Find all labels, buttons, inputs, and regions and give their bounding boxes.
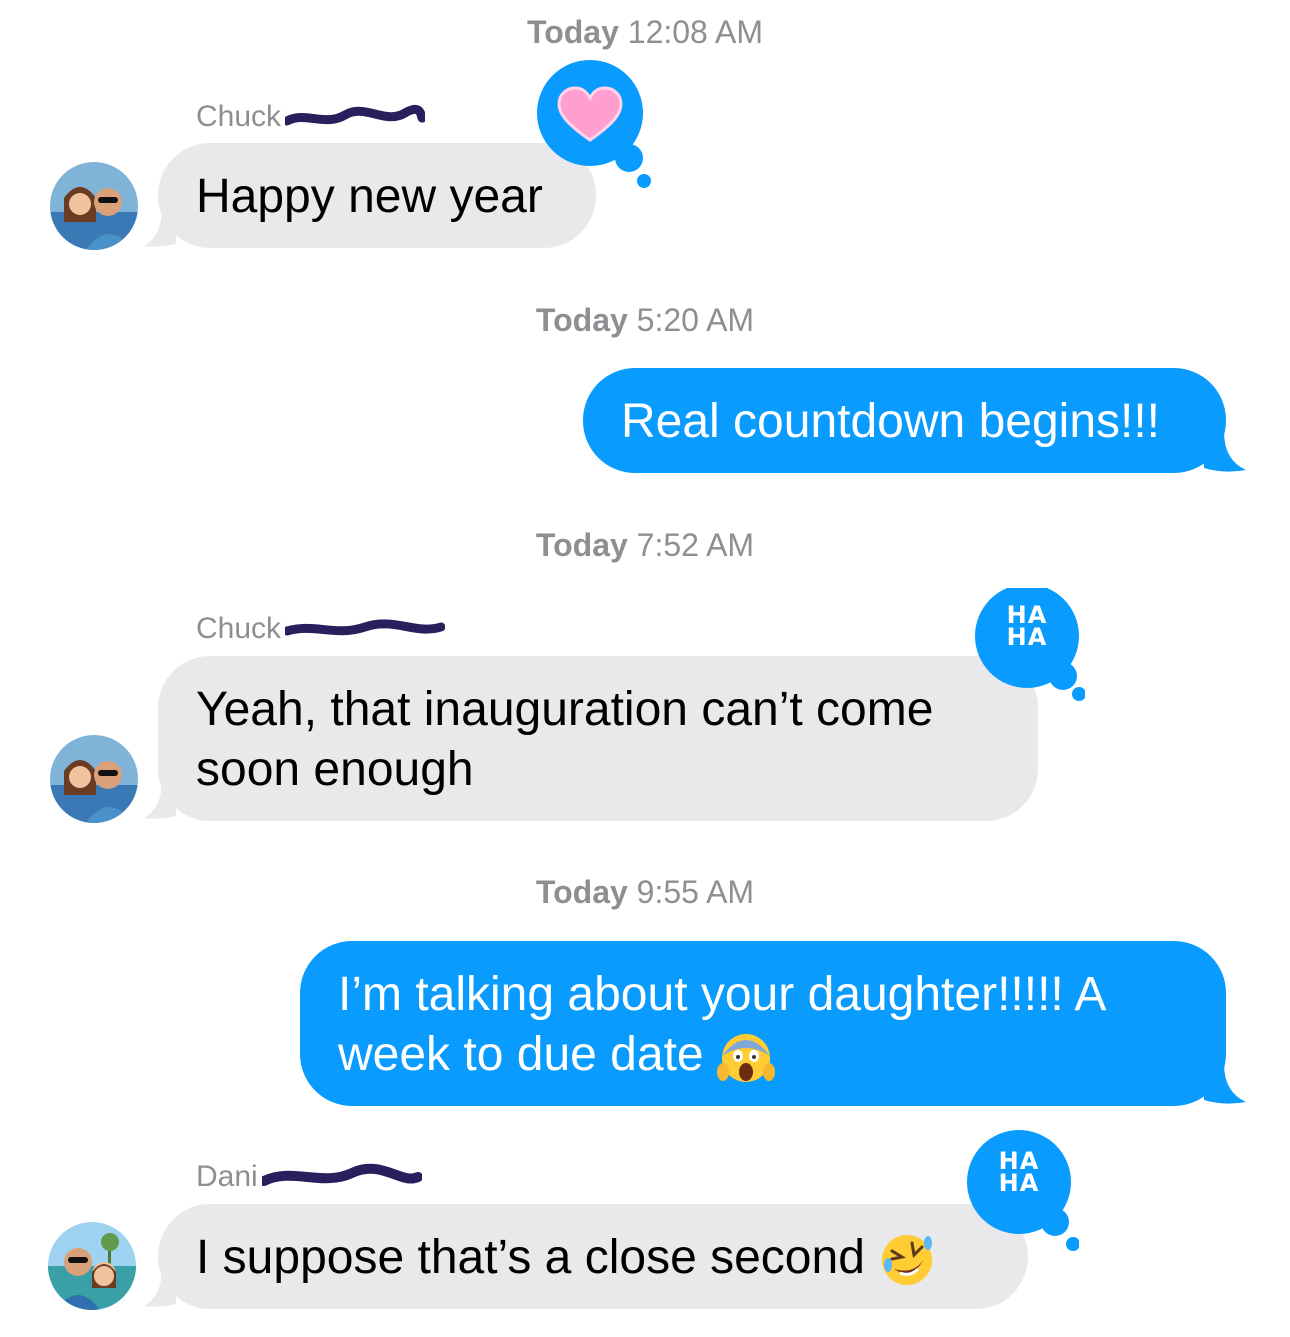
message-bubble-incoming[interactable]: Yeah, that inauguration can’t come soon … [158, 656, 1038, 821]
message-bubble-outgoing[interactable]: Real countdown begins!!! [583, 368, 1226, 473]
timestamp: Today 7:52 AM [535, 527, 755, 563]
sender-name: Chuck [196, 612, 446, 646]
bubble-tail [144, 1268, 176, 1307]
message-bubble-incoming[interactable]: I suppose that’s a close second [158, 1204, 1028, 1309]
message-bubble-incoming[interactable]: Happy new year [158, 143, 596, 248]
bubble-tail [144, 780, 176, 819]
timestamp: Today 5:20 AM [535, 302, 755, 338]
redaction-scribble [285, 619, 446, 636]
message-text: Happy new year [196, 170, 543, 223]
message-bubble-outgoing[interactable]: I’m talking about your daughter!!!!! A w… [300, 941, 1226, 1106]
sender-name: Chuck [196, 100, 426, 134]
heart-tapback-icon[interactable] [537, 60, 657, 190]
timestamp: Today 9:55 AM [535, 874, 755, 910]
haha-tapback-icon[interactable]: HA HA [967, 1130, 1079, 1252]
message-text: Yeah, that inauguration can’t come soon … [196, 683, 934, 796]
haha-tapback-icon[interactable]: HA HA [975, 588, 1085, 708]
redaction-scribble [285, 105, 426, 126]
redaction-scribble [261, 1163, 422, 1187]
message-text: Real countdown begins!!! [621, 395, 1161, 448]
avatar[interactable] [48, 1222, 136, 1310]
sender-name: Dani [196, 1160, 422, 1195]
tapback-label: HA HA [998, 1147, 1040, 1197]
message-text: I suppose that’s a close second [196, 1231, 865, 1284]
timestamp: Today 12:08 AM [527, 14, 763, 50]
tapback-label: HA HA [1006, 601, 1048, 651]
bubble-tail [1204, 1064, 1246, 1104]
screaming-face-emoji [716, 1034, 775, 1083]
avatar[interactable] [50, 162, 138, 250]
rolling-on-floor-laughing-emoji [882, 1235, 933, 1286]
avatar[interactable] [50, 735, 138, 823]
bubble-tail [1204, 432, 1246, 472]
bubble-tail [144, 208, 176, 247]
